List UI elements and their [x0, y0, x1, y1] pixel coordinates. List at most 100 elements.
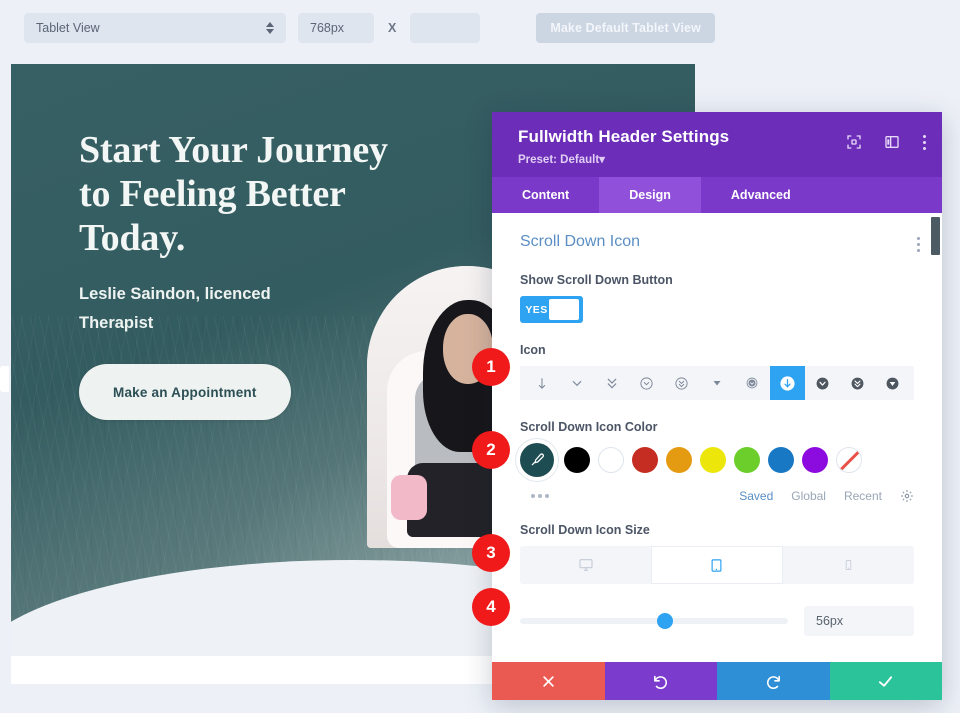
triangle-down-icon [713, 381, 721, 386]
responsive-preview-toolbar: Tablet View 768px X Make Default Tablet … [0, 0, 960, 55]
panel-preset[interactable]: Preset: Default▾ [518, 152, 924, 166]
color-swatch-transparent[interactable] [836, 447, 862, 473]
view-mode-select[interactable]: Tablet View [24, 12, 286, 43]
hero-subtitle: Leslie Saindon, licenced Therapist [79, 285, 271, 332]
scroll-down-icon-color-field: Scroll Down Icon Color Saved Global Rece… [520, 420, 914, 503]
make-default-tablet-view-button[interactable]: Make Default Tablet View [536, 12, 715, 43]
viewport-width-value: 768px [310, 20, 345, 35]
color-footer: Saved Global Recent [520, 489, 914, 503]
make-appointment-button[interactable]: Make an Appointment [79, 364, 291, 420]
scroll-down-icon-size-field: Scroll Down Icon Size 56px [520, 523, 914, 636]
icon-size-value: 56px [816, 614, 844, 628]
icon-field: Icon [520, 343, 914, 400]
icon-option-circle-double-chevron-filled[interactable] [840, 366, 875, 400]
color-swatch-yellow[interactable] [700, 447, 726, 473]
icon-option-circle-chevron-filled[interactable] [805, 366, 840, 400]
viewport-height-input[interactable] [410, 12, 481, 43]
phone-icon [845, 560, 852, 570]
close-button[interactable] [492, 662, 605, 700]
kebab-menu-icon[interactable] [922, 134, 926, 150]
icon-option-circle-double-chevron-outline[interactable] [664, 366, 699, 400]
tab-advanced[interactable]: Advanced [701, 177, 821, 213]
annotation-badge-3: 3 [472, 534, 510, 572]
slider-handle[interactable] [656, 613, 673, 629]
panel-layout-icon[interactable] [884, 134, 900, 150]
double-chevron-down-icon [607, 378, 617, 389]
arrow-down-icon [538, 377, 545, 389]
color-swatch-white[interactable] [598, 447, 624, 473]
more-options-dots-icon[interactable] [531, 494, 549, 498]
icon-option-arrow-down[interactable] [524, 366, 559, 400]
scroll-down-icon-size-label: Scroll Down Icon Size [520, 523, 650, 537]
icon-option-circle-triangle-filled[interactable] [875, 366, 910, 400]
panel-body: Scroll Down Icon Show Scroll Down Button… [492, 213, 942, 662]
select-spinner-icon [266, 21, 274, 34]
circle-chevron-down-filled-icon [816, 377, 829, 389]
color-swatch-orange[interactable] [666, 447, 692, 473]
undo-button[interactable] [604, 662, 717, 700]
make-default-label: Make Default Tablet View [550, 20, 701, 35]
hero-title: Start Your Journey to Feeling Better Tod… [79, 129, 388, 259]
gear-icon[interactable] [900, 489, 914, 503]
desktop-icon [579, 559, 593, 571]
save-button[interactable] [829, 662, 942, 700]
device-breakpoint-tabs [520, 546, 914, 584]
color-swatch-green[interactable] [734, 447, 760, 473]
tablet-icon [712, 558, 722, 572]
panel-tabs: Content Design Advanced [492, 177, 942, 213]
show-scroll-down-toggle[interactable]: YES [520, 296, 583, 323]
color-tab-saved[interactable]: Saved [739, 489, 773, 503]
color-swatch-red[interactable] [632, 447, 658, 473]
eyedropper-icon [531, 453, 544, 466]
color-tab-recent[interactable]: Recent [844, 489, 882, 503]
icon-option-chevron-down[interactable] [559, 366, 594, 400]
color-swatch-list [520, 443, 914, 477]
color-swatch-black[interactable] [564, 447, 590, 473]
panel-header-actions [846, 134, 926, 150]
hero-copy-block: Start Your Journey to Feeling Better Tod… [79, 128, 399, 420]
toggle-knob [549, 299, 579, 320]
left-edge-handle[interactable] [0, 366, 9, 392]
scroll-down-icon-color-label: Scroll Down Icon Color [520, 420, 658, 434]
annotation-badge-4: 4 [472, 588, 510, 626]
color-swatch-purple[interactable] [802, 447, 828, 473]
circle-chevron-down-outline-icon [640, 376, 653, 390]
panel-scrollbar-thumb[interactable] [931, 217, 940, 255]
device-tab-desktop[interactable] [520, 546, 652, 584]
icon-size-value-input[interactable]: 56px [804, 606, 914, 636]
redo-button[interactable] [717, 662, 830, 700]
device-tab-phone[interactable] [782, 546, 914, 584]
tab-content[interactable]: Content [492, 177, 599, 213]
icon-size-slider-row: 56px [520, 606, 914, 636]
icon-option-circle-chevron-outline[interactable] [629, 366, 664, 400]
tab-content-label: Content [522, 188, 570, 202]
tab-design[interactable]: Design [599, 177, 701, 213]
annotation-badge-1: 1 [472, 348, 510, 386]
section-kebab-icon[interactable] [917, 237, 920, 252]
circle-double-chevron-down-outline-icon [675, 376, 689, 390]
icon-option-double-chevron-down[interactable] [594, 366, 629, 400]
panel-scrollbar[interactable] [931, 217, 940, 637]
dimension-separator: X [388, 20, 397, 35]
circle-double-chevron-down-filled-icon [851, 377, 864, 389]
panel-footer-actions [492, 662, 942, 700]
redo-icon [766, 675, 780, 689]
device-tab-tablet[interactable] [651, 546, 783, 584]
icon-size-slider[interactable] [520, 613, 788, 629]
show-scroll-down-button-field: Show Scroll Down Button YES [520, 273, 914, 323]
section-title: Scroll Down Icon [520, 233, 641, 250]
icon-option-circle-chevron-small-filled[interactable] [735, 366, 770, 400]
undo-icon [654, 675, 668, 689]
viewport-width-input[interactable]: 768px [298, 12, 374, 43]
icon-option-circle-arrow-down-filled[interactable] [769, 366, 805, 400]
chevron-down-icon: ▾ [599, 154, 605, 166]
show-scroll-down-button-label: Show Scroll Down Button [520, 273, 673, 287]
circle-arrow-down-filled-icon [780, 375, 795, 391]
icon-option-triangle-down[interactable] [699, 366, 734, 400]
focus-target-icon[interactable] [846, 134, 862, 150]
annotation-badge-2: 2 [472, 431, 510, 469]
view-mode-label: Tablet View [36, 20, 100, 35]
color-tab-global[interactable]: Global [791, 489, 826, 503]
color-picker-current-swatch[interactable] [520, 443, 554, 477]
color-swatch-blue[interactable] [768, 447, 794, 473]
